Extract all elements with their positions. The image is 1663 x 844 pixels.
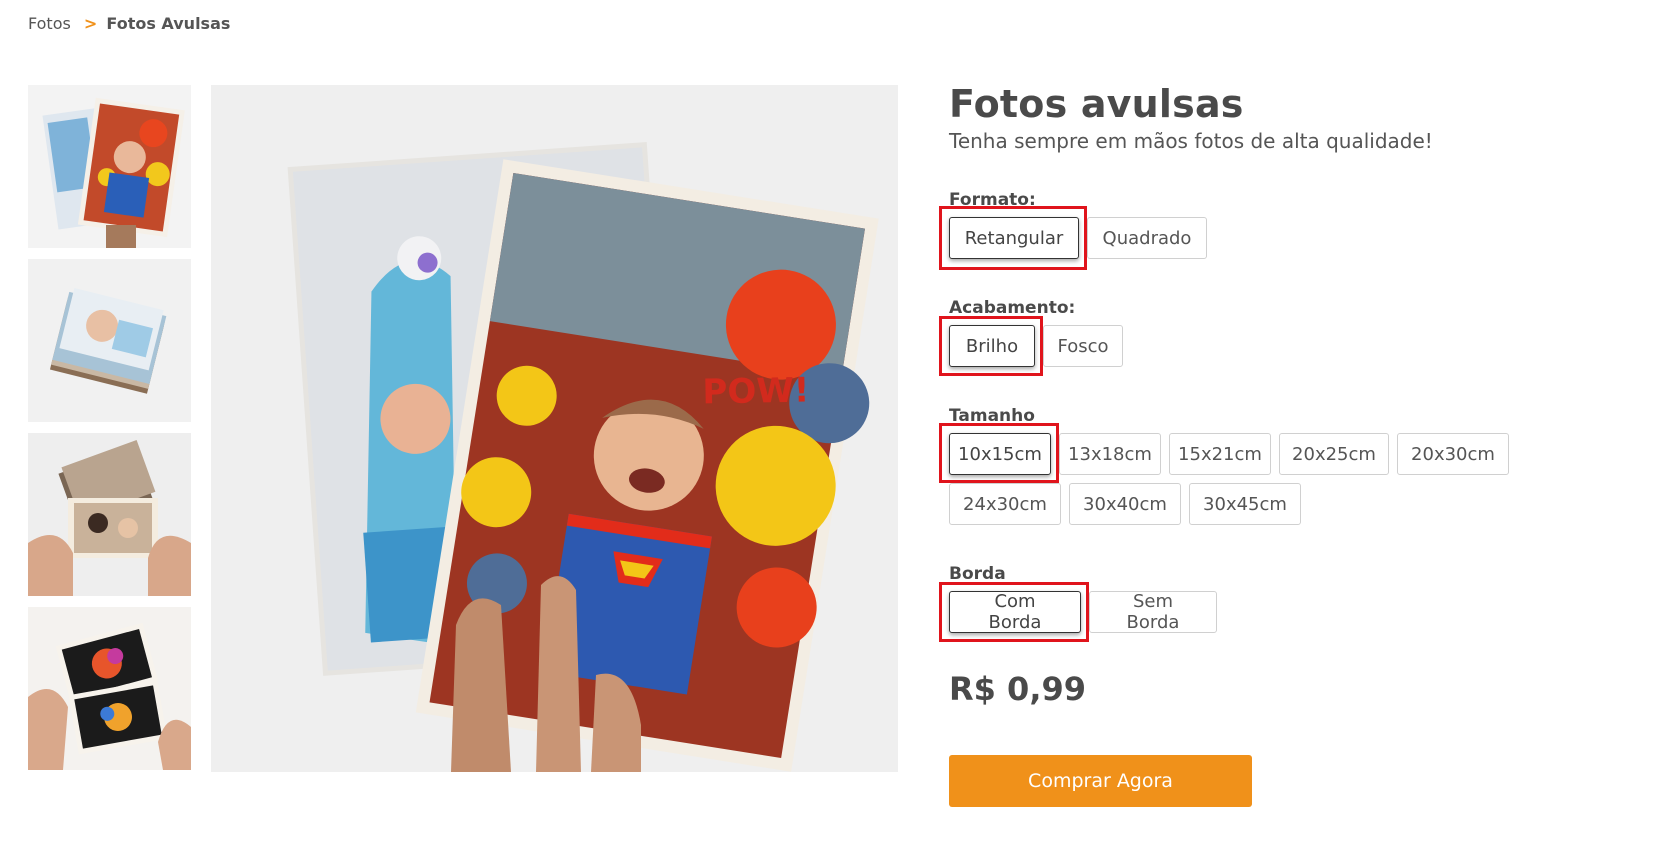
acabamento-brilho-button[interactable]: Brilho	[949, 325, 1035, 367]
borda-com-borda-button[interactable]: Com Borda	[949, 591, 1081, 633]
thumbnail-image	[28, 259, 191, 422]
thumbnail-4[interactable]	[28, 607, 191, 770]
buy-now-button[interactable]: Comprar Agora	[949, 755, 1252, 807]
borda-label: Borda	[949, 564, 1006, 584]
formato-quadrado-button[interactable]: Quadrado	[1087, 217, 1207, 259]
formato-label: Formato:	[949, 190, 1036, 210]
main-product-image: POW!	[211, 85, 898, 772]
product-title: Fotos avulsas	[949, 82, 1244, 126]
thumbnail-1[interactable]	[28, 85, 191, 248]
acabamento-options: Brilho Fosco	[949, 325, 1569, 367]
thumbnail-2[interactable]	[28, 259, 191, 422]
svg-text:POW!: POW!	[702, 371, 810, 413]
product-info: Fotos avulsas Tenha sempre em mãos fotos…	[939, 80, 1629, 807]
tamanho-label: Tamanho	[949, 406, 1035, 426]
thumbnail-image	[28, 607, 191, 770]
tamanho-10x15-button[interactable]: 10x15cm	[949, 433, 1051, 475]
thumbnail-3[interactable]	[28, 433, 191, 596]
product-price: R$ 0,99	[949, 670, 1086, 708]
tamanho-30x45-button[interactable]: 30x45cm	[1189, 483, 1301, 525]
breadcrumb-current: Fotos Avulsas	[106, 14, 231, 33]
borda-options: Com Borda Sem Borda	[949, 591, 1569, 633]
tamanho-13x18-button[interactable]: 13x18cm	[1059, 433, 1161, 475]
tamanho-options: 10x15cm 13x18cm 15x21cm 20x25cm 20x30cm …	[949, 433, 1524, 525]
tamanho-20x30-button[interactable]: 20x30cm	[1397, 433, 1509, 475]
tamanho-20x25-button[interactable]: 20x25cm	[1279, 433, 1389, 475]
formato-retangular-button[interactable]: Retangular	[949, 217, 1079, 259]
tamanho-15x21-button[interactable]: 15x21cm	[1169, 433, 1271, 475]
breadcrumb-separator: >	[83, 14, 98, 33]
acabamento-label: Acabamento:	[949, 298, 1076, 318]
product-subtitle: Tenha sempre em mãos fotos de alta quali…	[949, 129, 1433, 153]
tamanho-30x40-button[interactable]: 30x40cm	[1069, 483, 1181, 525]
thumbnail-image	[28, 433, 191, 596]
tamanho-24x30-button[interactable]: 24x30cm	[949, 483, 1061, 525]
thumbnail-list	[28, 85, 191, 781]
breadcrumb-root-link[interactable]: Fotos	[28, 14, 71, 33]
breadcrumb: Fotos > Fotos Avulsas	[28, 14, 230, 33]
product-photo: POW!	[211, 85, 898, 772]
thumbnail-image	[28, 85, 191, 248]
acabamento-fosco-button[interactable]: Fosco	[1043, 325, 1123, 367]
borda-sem-borda-button[interactable]: Sem Borda	[1089, 591, 1217, 633]
formato-options: Retangular Quadrado	[949, 217, 1569, 259]
